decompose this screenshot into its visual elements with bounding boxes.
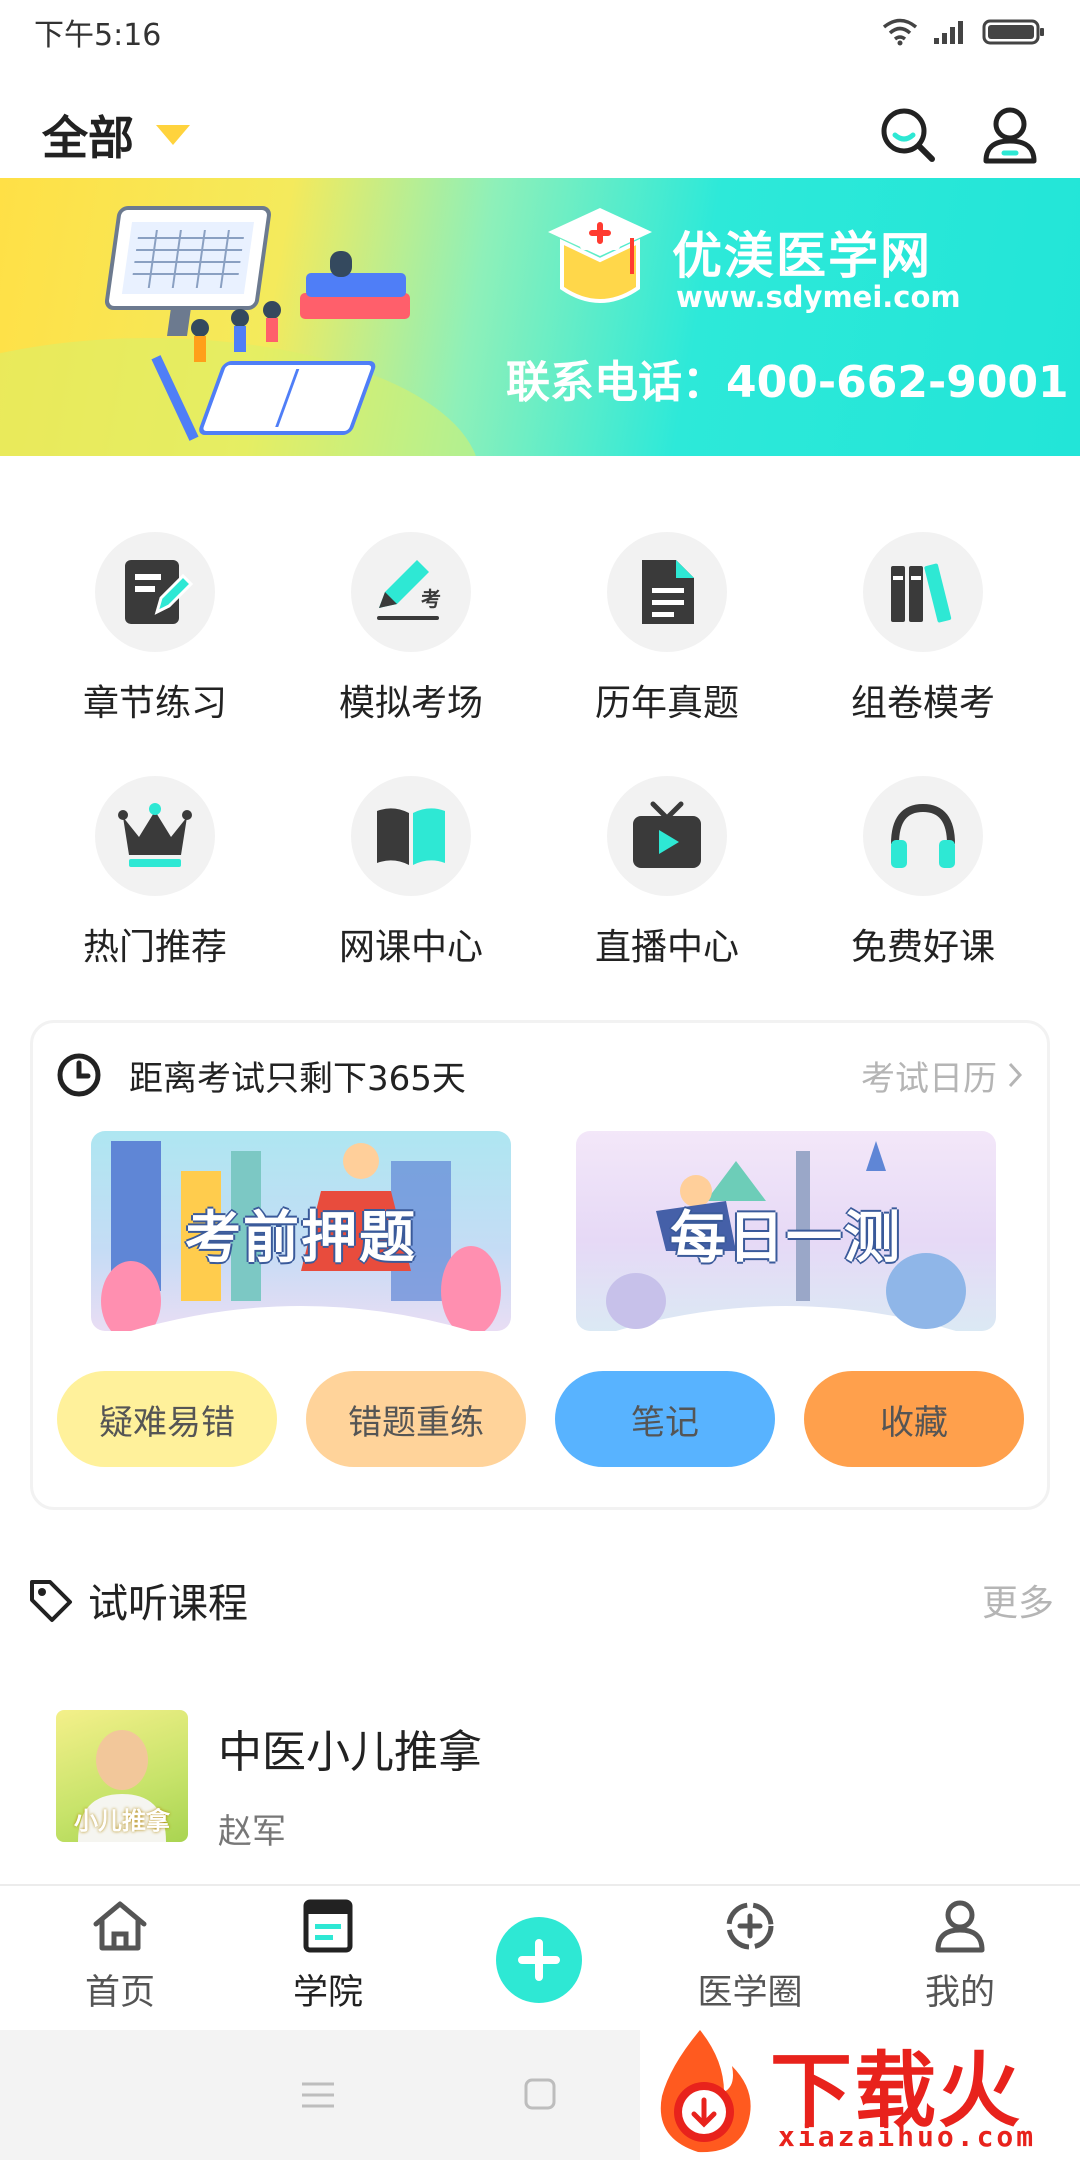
svg-text:考: 考 <box>421 587 441 611</box>
feature-chapter-practice[interactable]: 章节练习 <box>45 532 265 732</box>
battery-icon <box>982 19 1044 45</box>
feature-label: 历年真题 <box>594 683 739 724</box>
course-item[interactable]: 小儿推拿 中医小儿推拿 赵军 <box>56 1710 1036 1852</box>
feature-label: 直播中心 <box>594 927 739 968</box>
nav-label: 我的 <box>924 1973 995 2013</box>
pill-notes[interactable]: 笔记 <box>555 1371 775 1467</box>
status-time: 下午5:16 <box>34 18 162 53</box>
brand-logo-icon <box>548 208 652 303</box>
tv-play-icon <box>607 776 727 896</box>
exam-header: 距离考试只剩下365天 考试日历 <box>55 1047 1025 1103</box>
flame-logo-icon <box>660 2030 751 2153</box>
category-selector[interactable]: 全部 <box>42 102 134 168</box>
feature-build-paper[interactable]: 组卷模考 <box>813 532 1033 732</box>
pill-favorites[interactable]: 收藏 <box>804 1371 1024 1467</box>
crown-icon <box>95 776 215 896</box>
feature-label: 网课中心 <box>338 927 483 968</box>
open-book-icon <box>351 776 471 896</box>
status-icons <box>882 18 1046 46</box>
banner-illustration <box>0 206 476 456</box>
nav-label: 医学圈 <box>697 1973 803 2013</box>
caret-down-icon[interactable] <box>156 125 190 145</box>
notebook-pen-icon <box>95 532 215 652</box>
watermark: 下载火 xiazaihuo.com <box>640 2024 1080 2160</box>
trial-section-header: 试听课程 更多 <box>26 1568 1054 1632</box>
feature-hot-picks[interactable]: 热门推荐 <box>45 776 265 976</box>
feature-past-papers[interactable]: 历年真题 <box>557 532 777 732</box>
watermark-url: xiazaihuo.com <box>778 2120 1037 2153</box>
status-bar: 下午5:16 <box>0 0 1080 64</box>
document-icon <box>607 532 727 652</box>
exam-pen-icon: 考 <box>351 532 471 652</box>
course-thumbnail: 小儿推拿 <box>56 1710 188 1842</box>
feature-label: 组卷模考 <box>850 683 995 724</box>
promo-banner[interactable]: 优渼医学网 www.sdymei.com 联系电话：400-662-9001 <box>0 178 1080 456</box>
more-link[interactable]: 更多 <box>982 1574 1054 1626</box>
nav-college[interactable]: 学院 <box>248 1898 408 2022</box>
clock-icon <box>57 1053 101 1097</box>
exam-countdown: 距离考试只剩下365天 <box>129 1058 466 1099</box>
feature-label: 热门推荐 <box>82 927 227 968</box>
exam-calendar-label: 考试日历 <box>861 1058 997 1099</box>
exam-card: 距离考试只剩下365天 考试日历 考前押题 每日一测 疑难易错 错题重练 笔记 … <box>30 1020 1050 1510</box>
feature-label: 章节练习 <box>82 683 227 724</box>
nav-home[interactable]: 首页 <box>40 1898 200 2022</box>
exam-calendar-link[interactable]: 考试日历 <box>861 1051 1025 1100</box>
add-button[interactable] <box>496 1917 582 2003</box>
wifi-icon <box>882 18 918 46</box>
pill-wrong-review[interactable]: 错题重练 <box>306 1371 526 1467</box>
bottom-navigation: 首页 学院 医学圈 我的 <box>0 1884 1080 2030</box>
course-thumb-caption: 小儿推拿 <box>74 1807 170 1835</box>
home-icon <box>93 1901 147 1951</box>
banner-phone: 联系电话：400-662-9001 <box>506 357 1069 408</box>
home-square-icon[interactable] <box>522 2076 558 2112</box>
feature-label: 模拟考场 <box>338 683 483 724</box>
tag-icon <box>30 1580 72 1622</box>
profile-icon <box>935 1900 985 1953</box>
top-header: 全部 <box>0 80 1080 190</box>
promo-predict-questions[interactable]: 考前押题 <box>91 1131 511 1331</box>
promo-title: 考前押题 <box>185 1206 417 1271</box>
headphones-icon <box>863 776 983 896</box>
search-icon[interactable] <box>878 105 938 165</box>
course-teacher: 赵军 <box>218 1812 286 1852</box>
feature-label: 免费好课 <box>850 927 995 968</box>
feature-online-courses[interactable]: 网课中心 <box>301 776 521 976</box>
feature-live-center[interactable]: 直播中心 <box>557 776 777 976</box>
chevron-right-icon <box>1008 1062 1023 1088</box>
nav-label: 学院 <box>292 1973 363 2013</box>
banner-brand: 优渼医学网 <box>672 227 932 285</box>
trial-title: 试听课程 <box>88 1581 248 1627</box>
user-icon[interactable] <box>982 105 1038 165</box>
feature-mock-exam[interactable]: 考 模拟考场 <box>301 532 521 732</box>
nav-medical-circle[interactable]: 医学圈 <box>670 1898 830 2022</box>
nav-label: 首页 <box>84 1973 155 2013</box>
medical-circle-icon <box>726 1902 774 1950</box>
menu-icon[interactable] <box>298 2078 338 2112</box>
banner-url: www.sdymei.com <box>676 280 961 314</box>
books-icon <box>863 532 983 652</box>
course-title: 中医小儿推拿 <box>218 1727 482 1778</box>
feature-free-courses[interactable]: 免费好课 <box>813 776 1033 976</box>
nav-profile[interactable]: 我的 <box>880 1898 1040 2022</box>
pill-difficult[interactable]: 疑难易错 <box>57 1371 277 1467</box>
plus-icon <box>518 1939 560 1981</box>
signal-icon <box>934 21 963 44</box>
promo-daily-quiz[interactable]: 每日一测 <box>576 1131 996 1331</box>
promo-title: 每日一测 <box>670 1206 902 1271</box>
college-icon <box>303 1899 353 1953</box>
